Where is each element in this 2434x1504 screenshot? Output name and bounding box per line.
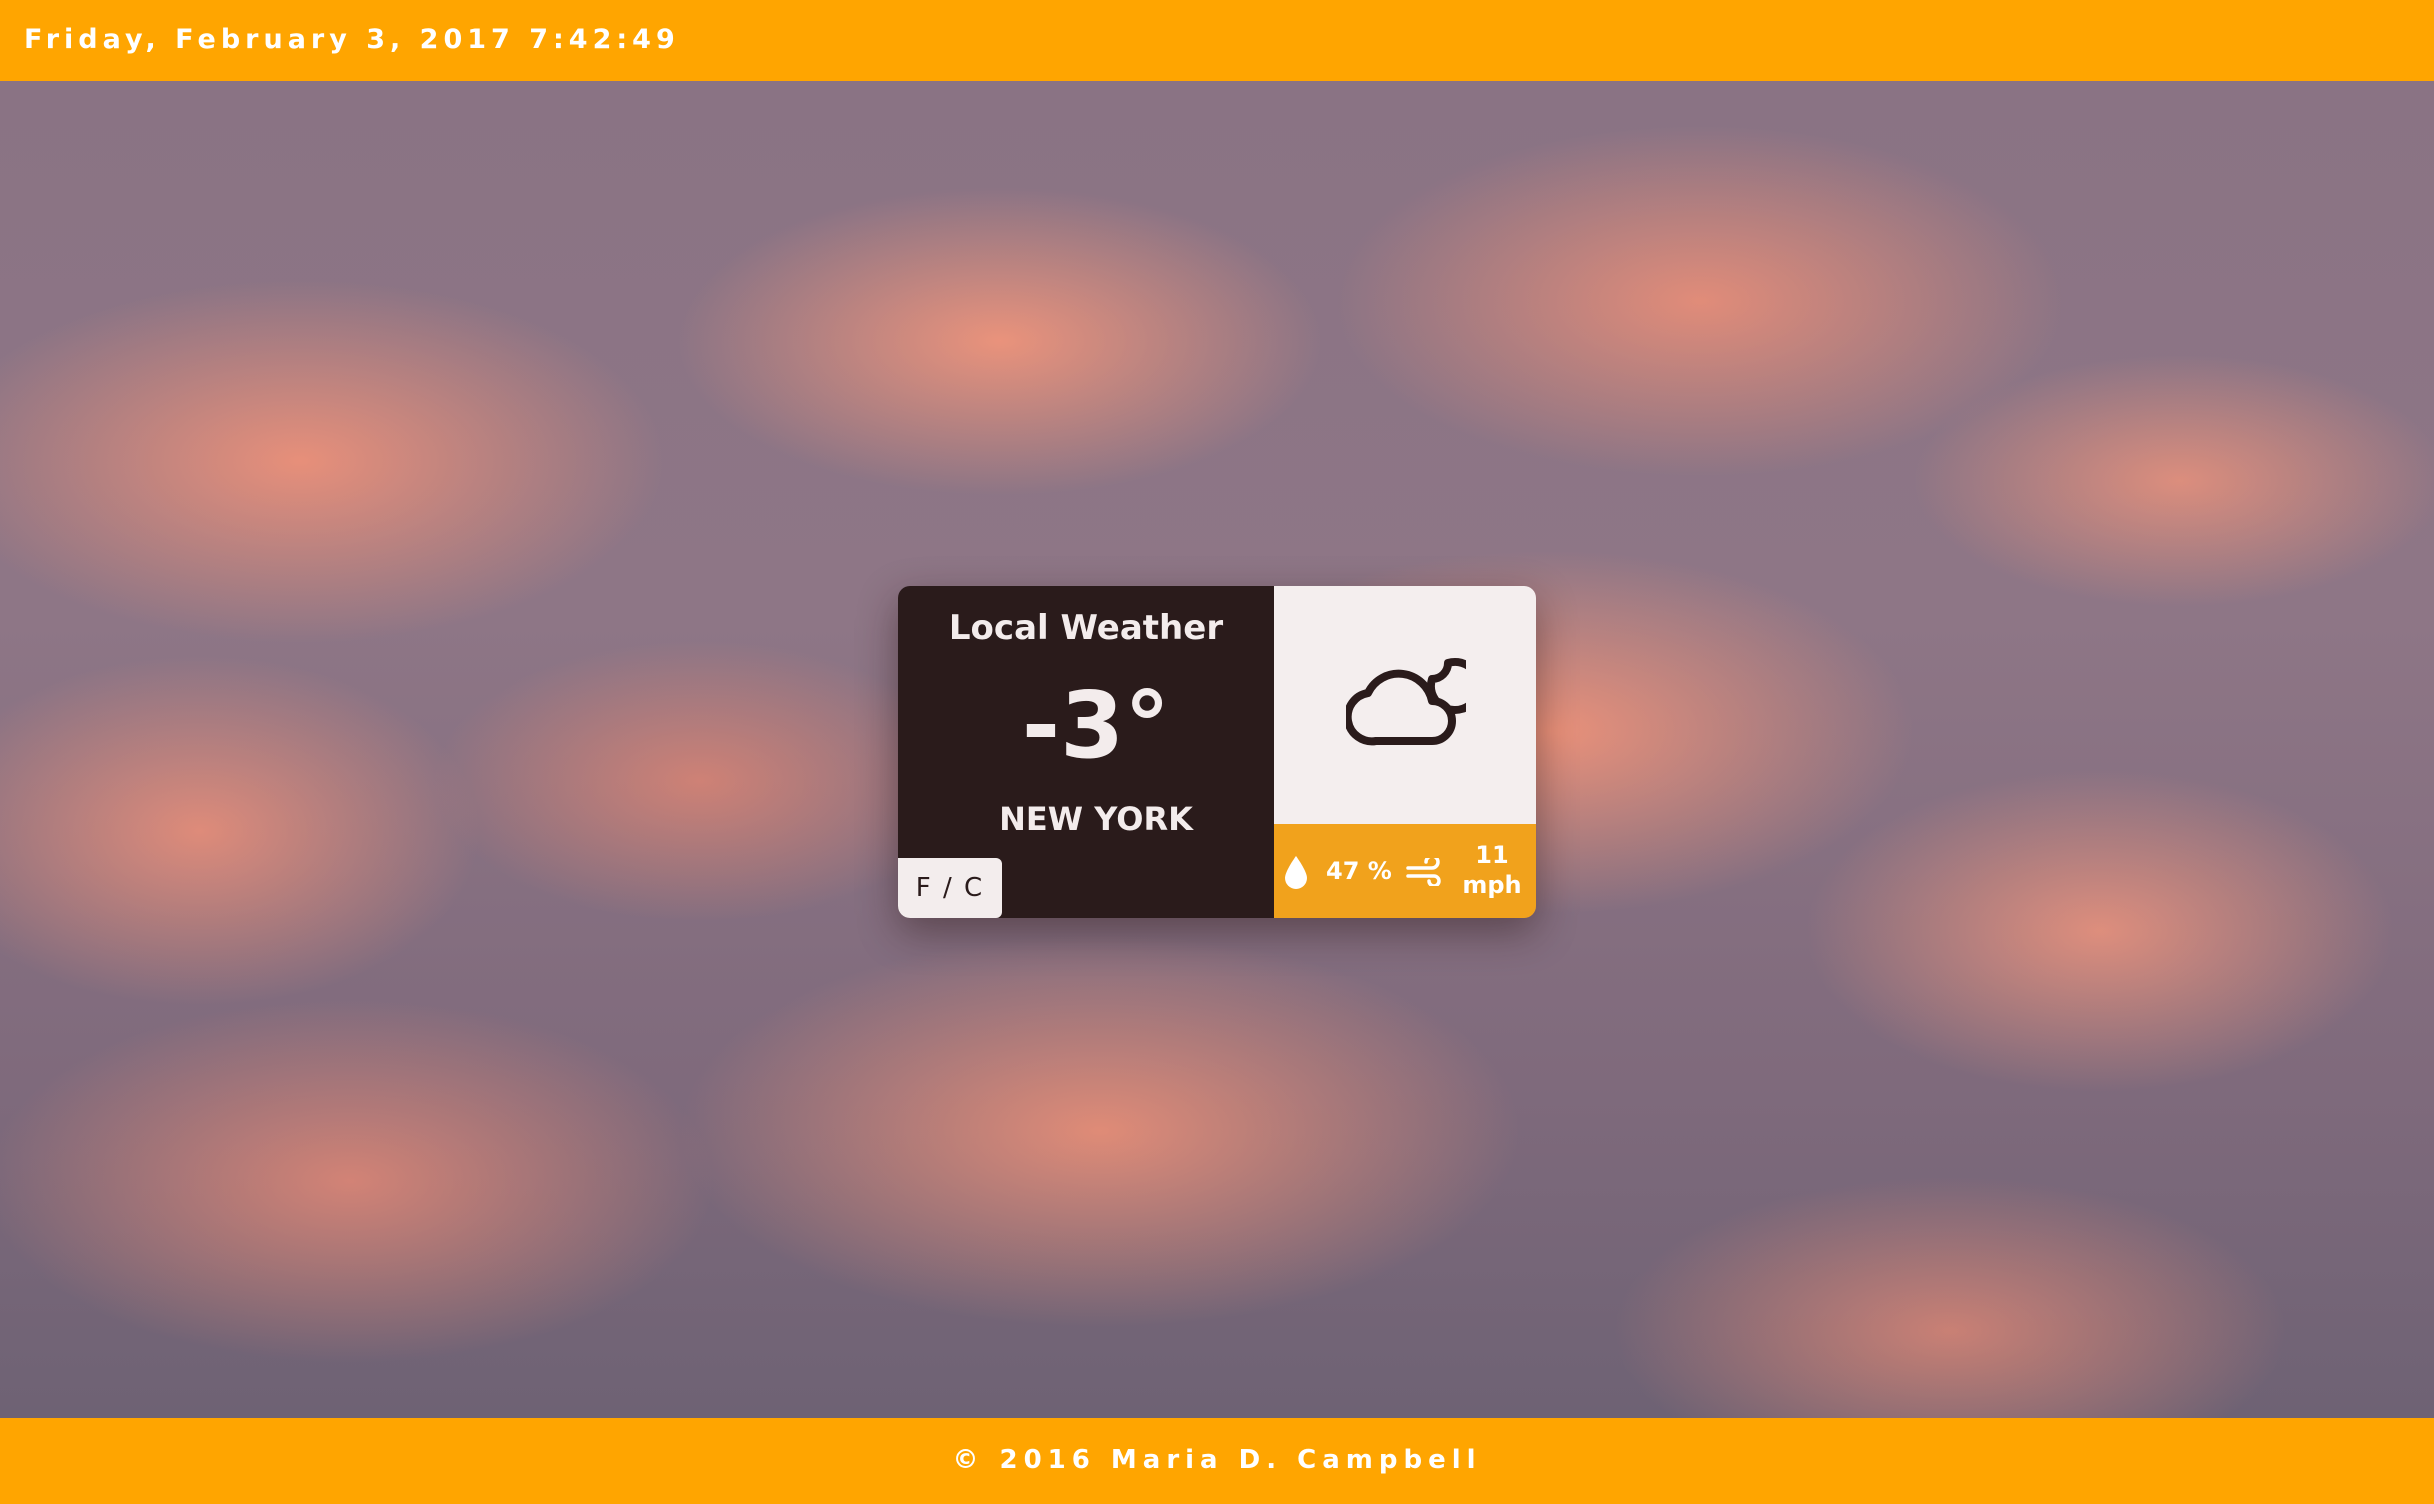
- weather-card: Local Weather -3° NEW YORK F / C 47 % 11…: [898, 586, 1536, 918]
- weather-stats-bar: 47 % 11 mph: [1274, 824, 1536, 918]
- card-title: Local Weather: [948, 608, 1224, 648]
- unit-toggle-button[interactable]: F / C: [898, 858, 1002, 918]
- partly-cloudy-night-icon: [1346, 657, 1466, 746]
- current-datetime: Friday, February 3, 2017 7:42:49: [24, 24, 680, 55]
- copyright-text: © 2016 Maria D. Campbell: [952, 1445, 1482, 1475]
- condition-icon-panel: [1274, 586, 1536, 824]
- wind-speed-value: 11: [1475, 841, 1509, 869]
- temperature-value: -3°: [1021, 672, 1171, 779]
- weather-visual-panel: 47 % 11 mph: [1274, 586, 1536, 918]
- city-name: NEW YORK: [999, 800, 1193, 838]
- humidity-drop-icon: [1285, 856, 1307, 889]
- wind-icon: [1406, 858, 1441, 886]
- humidity-value: 47 %: [1326, 857, 1392, 885]
- top-bar: Friday, February 3, 2017 7:42:49: [0, 0, 2434, 81]
- wind-speed: 11 mph: [1450, 840, 1534, 900]
- wind-speed-unit: mph: [1462, 871, 1522, 899]
- weather-info-panel: Local Weather -3° NEW YORK F / C: [898, 586, 1274, 918]
- footer-bar: © 2016 Maria D. Campbell: [0, 1418, 2434, 1504]
